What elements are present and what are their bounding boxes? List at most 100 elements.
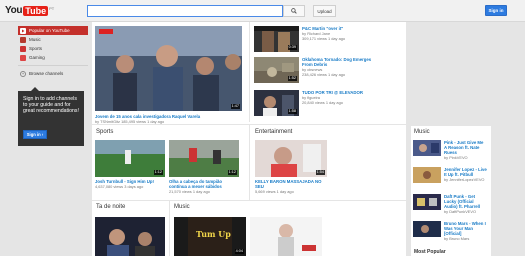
sidebar-item-label: Gaming	[29, 55, 45, 60]
list-item[interactable]: Jennifer Lopez - Live It Up ft. Pitbull …	[413, 167, 487, 183]
sidebar-item-sports[interactable]: Sports	[18, 44, 88, 53]
video-thumbnail[interactable]: 1:12	[95, 140, 165, 177]
video-thumbnail-image	[413, 140, 441, 156]
divider	[92, 200, 406, 201]
video-thumbnail[interactable]: 1:58	[254, 90, 299, 116]
featured-thumbnail-image	[95, 26, 242, 111]
section-title-sports[interactable]: Sports	[96, 129, 113, 135]
music-channel-icon	[20, 36, 26, 43]
search-input[interactable]	[87, 5, 283, 17]
youtube-logo[interactable]: You Tube PT	[5, 5, 54, 16]
video-thumbnail[interactable]: 1:12	[169, 140, 239, 177]
divider	[169, 200, 170, 256]
duration-badge: 0:39	[287, 45, 297, 50]
sidebar-item-label: Popular on YouTube	[29, 28, 70, 33]
duration-badge: 1:12	[153, 170, 163, 175]
sidebar-item-browse-channels[interactable]: + Browse channels	[18, 69, 88, 78]
promo-sign-in-button[interactable]: Sign in ›	[23, 130, 47, 139]
section-title-music[interactable]: Music	[174, 204, 190, 210]
view-count: 20,840 views	[302, 100, 325, 105]
video-card[interactable]: 1:12 Josh Turnbull - Sign Him Up! 4,637,…	[95, 140, 165, 189]
video-thumbnail[interactable]	[413, 167, 441, 183]
section-title-music-right[interactable]: Music	[414, 129, 430, 135]
section-title-entertainment[interactable]: Entertainment	[255, 129, 292, 135]
sports-channel-icon	[20, 45, 26, 52]
video-title[interactable]: Olha a cabeça do tampião contínua a mexe…	[169, 179, 239, 189]
channel-name[interactable]: by DaftPunkVEVO	[444, 209, 487, 214]
logo-tube-text: Tube	[23, 5, 49, 16]
featured-thumbnail[interactable]: 1:47	[95, 26, 242, 111]
video-thumbnail-image	[413, 167, 441, 183]
list-item[interactable]: 1:58 TUDO POR TRI @ ELEVADOR by figueira…	[254, 90, 379, 116]
upload-age: 3 days ago	[124, 184, 144, 189]
video-title[interactable]: Jennifer Lopez - Live It Up ft. Pitbull	[444, 167, 487, 177]
upload-age: 1 day ago	[276, 189, 294, 194]
video-thumbnail-image	[95, 217, 165, 256]
video-thumbnail[interactable]	[413, 140, 441, 156]
sidebar-item-gaming[interactable]: Gaming	[18, 53, 88, 62]
channel-name[interactable]: by Bruno Mars	[444, 236, 487, 241]
list-item[interactable]: Pink - Just Give Me A Reason ft. Nate Ru…	[413, 140, 487, 160]
sign-in-promo-text: Sign in to add channels to your guide an…	[23, 96, 79, 115]
guide-sidebar: Popular on YouTube Music Sports Gaming +…	[18, 26, 88, 78]
youtube-play-icon	[20, 27, 26, 34]
view-count: 238,426 views	[302, 72, 327, 77]
video-thumbnail[interactable]: 1:52	[254, 57, 299, 83]
list-item[interactable]: 0:39 P&C Martin "over it" by Richard Jan…	[254, 26, 379, 52]
sidebar-item-label: Sports	[29, 46, 43, 51]
duration-badge: 1:47	[230, 104, 240, 109]
list-item[interactable]: Bruno Mars - When I Was Your Man [Offici…	[413, 221, 487, 241]
video-thumbnail[interactable]	[95, 217, 165, 256]
featured-info: Jovem de 15 anos cala investigadora Raqu…	[95, 114, 245, 124]
search-button[interactable]	[283, 5, 305, 17]
video-thumbnail[interactable]	[413, 194, 441, 210]
video-card[interactable]: 1:54 KELLY BARON MASSAJADA NO SEU 5,669 …	[255, 140, 327, 194]
view-count: 309,171 views	[302, 36, 327, 41]
channel-name[interactable]: by PinkVEVO	[444, 155, 487, 160]
video-thumbnail[interactable]: 0:39	[254, 26, 299, 52]
section-title-most-popular[interactable]: Most Popular	[414, 249, 446, 255]
list-item[interactable]: 1:52 Oklahoma Tornado: Dog Emerges From …	[254, 57, 379, 83]
sign-in-button[interactable]: Sign in	[485, 5, 507, 16]
duration-badge: 1:12	[227, 170, 237, 175]
video-thumbnail[interactable]: Tum Up 4:04	[174, 217, 246, 256]
view-count: 5,669 views	[255, 189, 276, 194]
search-icon	[291, 8, 297, 14]
gaming-channel-icon	[20, 54, 26, 61]
divider	[249, 22, 250, 122]
upload-age: 1 day ago	[327, 36, 346, 41]
sidebar-item-label: Music	[29, 37, 41, 42]
video-thumbnail-image	[413, 194, 441, 210]
video-thumbnail[interactable]	[250, 217, 322, 256]
channel-name[interactable]: by JenniferLopezVEVO	[444, 177, 487, 182]
header: You Tube PT Upload Sign in	[0, 0, 525, 22]
video-thumbnail-image	[250, 217, 322, 256]
sidebar-item-music[interactable]: Music	[18, 35, 88, 44]
duration-badge: 1:58	[287, 109, 297, 114]
main-content: 1:47 Jovem de 15 anos cala investigadora…	[92, 22, 406, 256]
upload-age: 1 day ago	[325, 100, 343, 105]
video-title[interactable]: Oklahoma Tornado: Dog Emerges From Debri…	[302, 57, 379, 67]
duration-badge: 4:04	[234, 249, 244, 254]
section-title-ta-de-noite[interactable]: Ta de noite	[96, 204, 125, 210]
video-card[interactable]: 1:12 Olha a cabeça do tampião contínua a…	[169, 140, 239, 194]
video-thumbnail-image	[413, 221, 441, 237]
view-count: 21,570 views	[169, 189, 192, 194]
upload-age: 1 day ago	[327, 72, 346, 77]
video-thumbnail[interactable]: 1:54	[255, 140, 327, 177]
video-title[interactable]: Daft Punk - Get Lucky (Official Audio) f…	[444, 194, 487, 209]
video-thumbnail[interactable]	[413, 221, 441, 237]
sign-in-promo: Sign in to add channels to your guide an…	[18, 87, 84, 146]
tooltip-arrow	[31, 87, 39, 91]
video-title[interactable]: Bruno Mars - When I Was Your Man [Offici…	[444, 221, 487, 236]
video-title[interactable]: KELLY BARON MASSAJADA NO SEU	[255, 179, 327, 189]
duration-badge: 1:52	[287, 76, 297, 81]
list-item[interactable]: Daft Punk - Get Lucky (Official Audio) f…	[413, 194, 487, 214]
upload-button[interactable]: Upload	[313, 5, 336, 17]
logo-you-text: You	[5, 5, 23, 16]
video-title[interactable]: Pink - Just Give Me A Reason ft. Nate Ru…	[444, 140, 487, 155]
right-column: Music Pink - Just Give Me A Reason ft. N…	[411, 22, 525, 256]
thumbnail-text: Tum Up	[196, 229, 231, 239]
sidebar-item-popular[interactable]: Popular on YouTube	[18, 26, 88, 35]
duration-badge: 1:54	[315, 170, 325, 175]
